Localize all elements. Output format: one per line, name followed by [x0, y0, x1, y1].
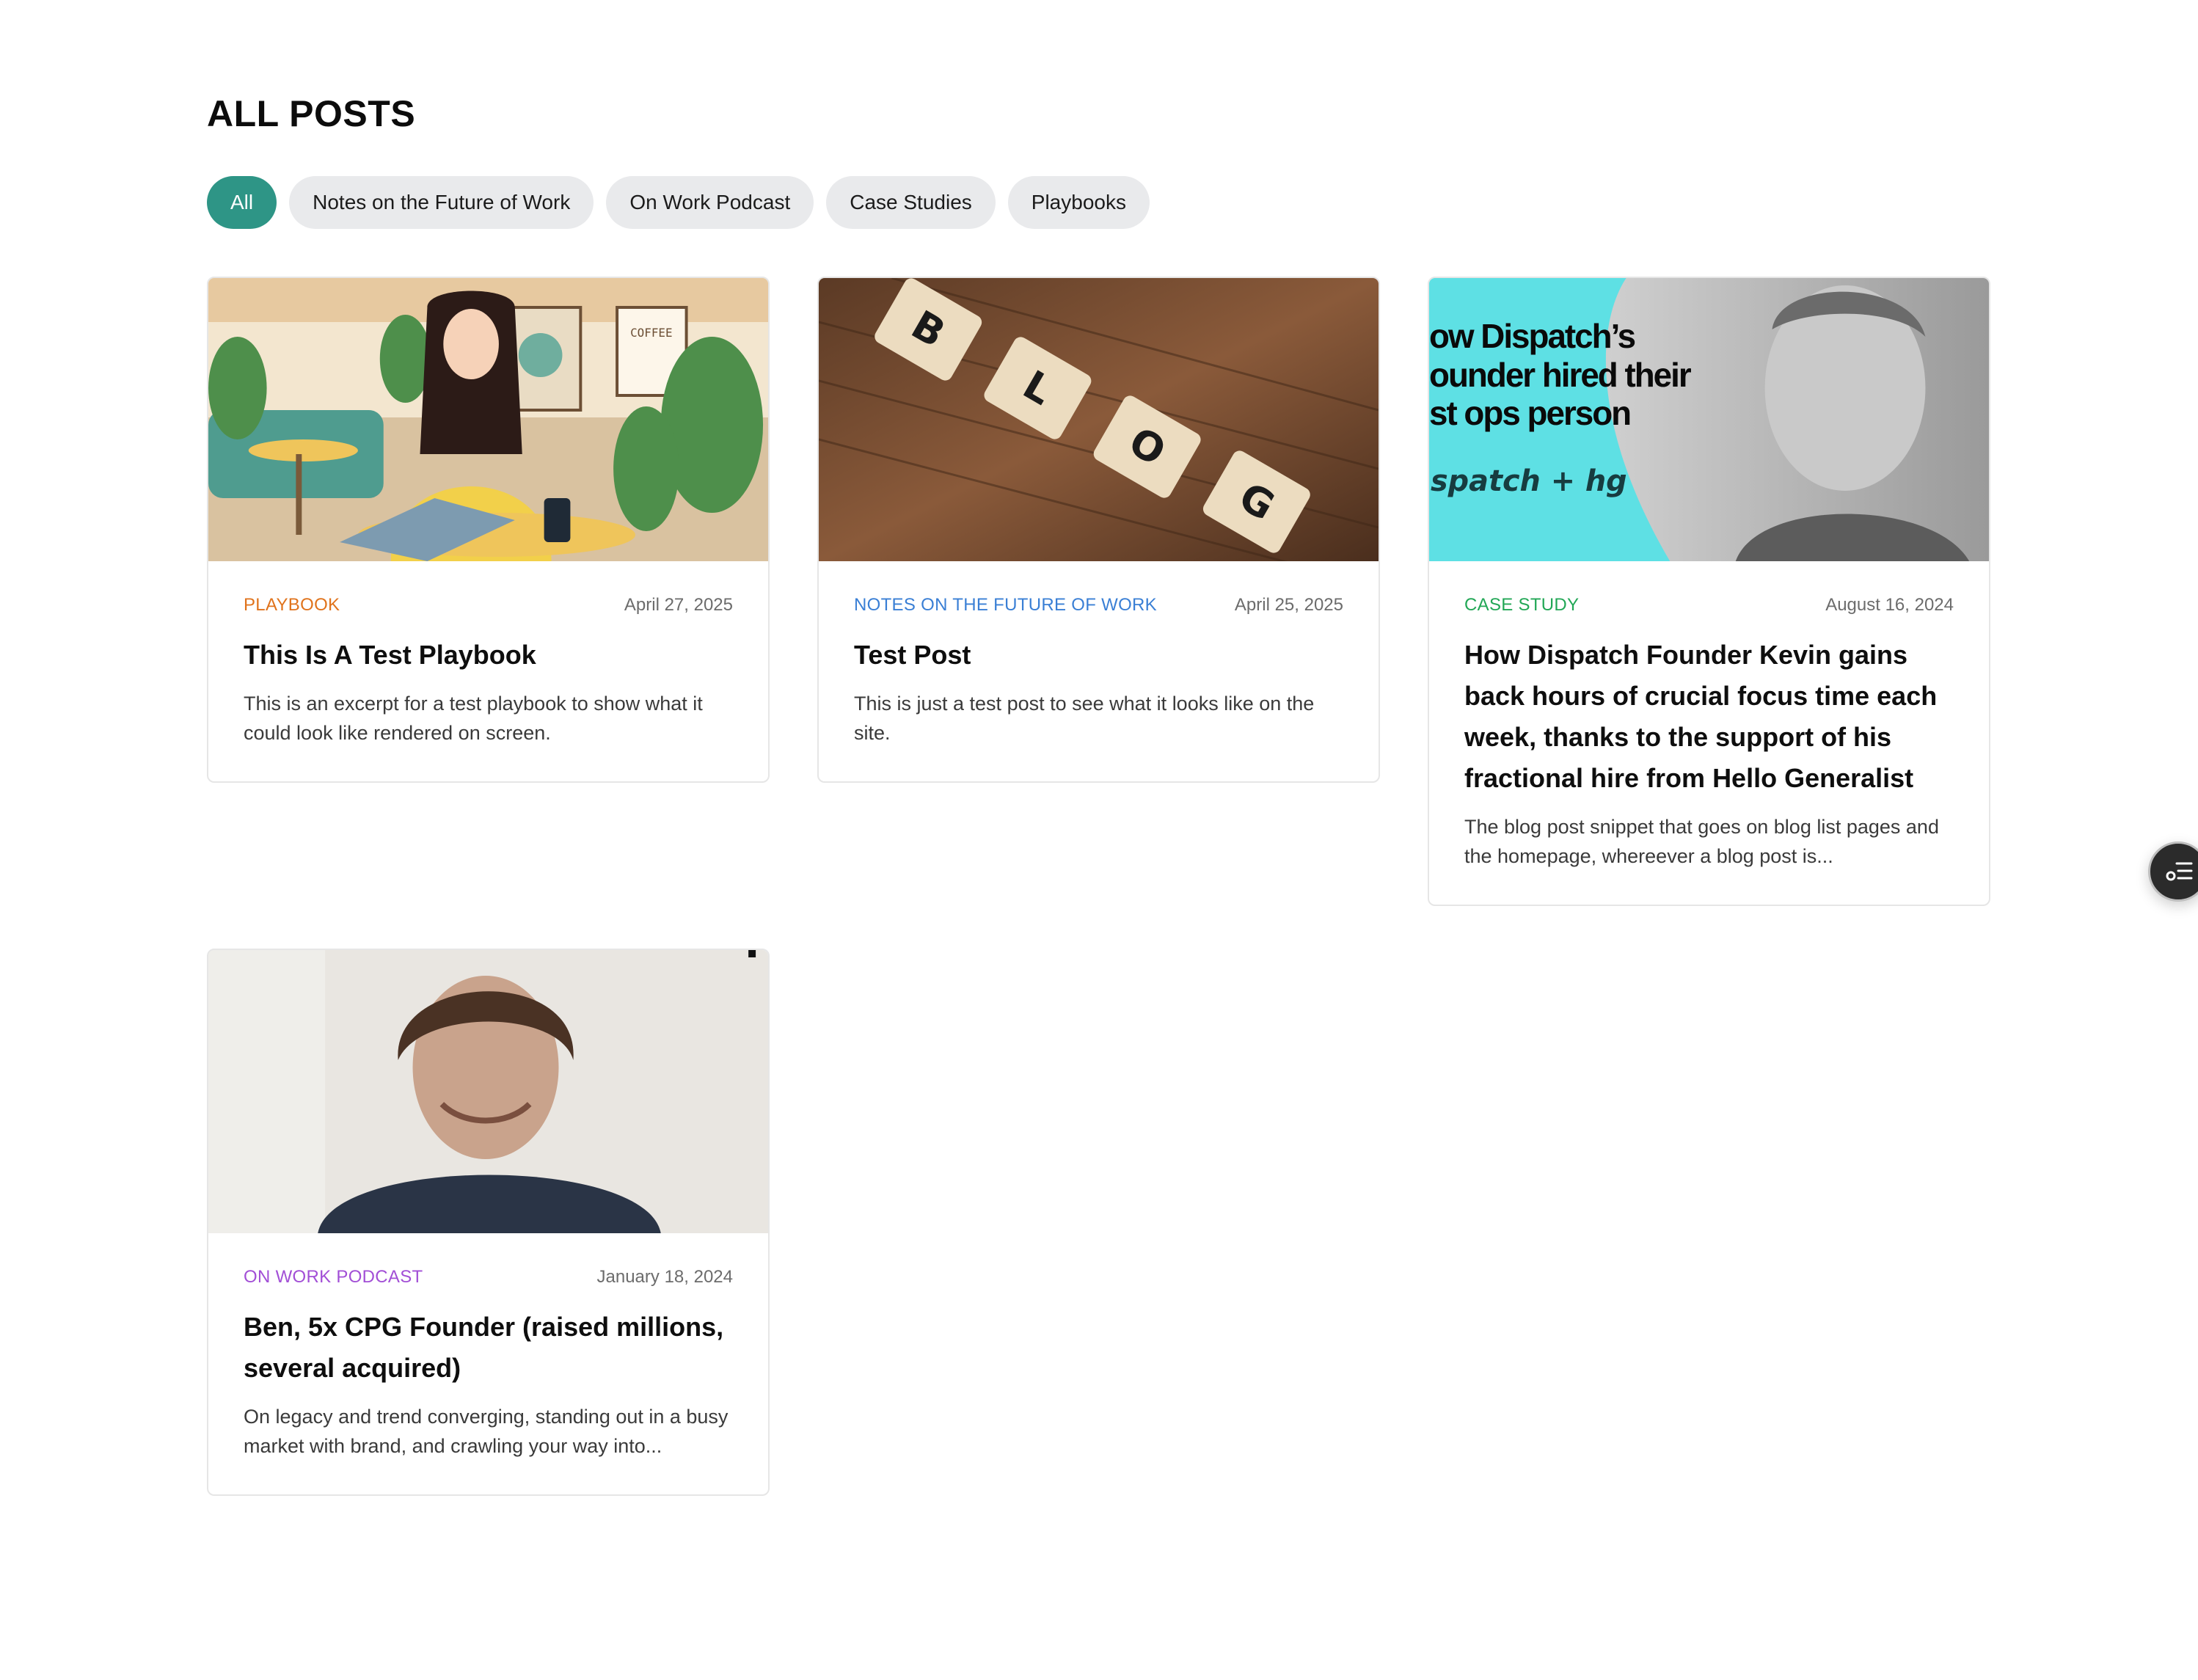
post-category: CASE STUDY	[1464, 595, 1580, 615]
settings-list-icon	[2166, 862, 2193, 881]
settings-fab-button[interactable]	[2148, 841, 2198, 902]
banner-line-3: st ops person	[1429, 394, 1630, 432]
illustration-woman-laptop-image: COFFEE	[208, 278, 768, 561]
post-card-podcast[interactable]: ON WORK PODCAST January 18, 2024 Ben, 5x…	[207, 949, 770, 1496]
post-thumbnail[interactable]	[208, 950, 768, 1233]
banner-logo: spatch + hg	[1431, 464, 1627, 498]
post-excerpt: The blog post snippet that goes on blog …	[1464, 816, 1939, 867]
post-excerpt: This is just a test post to see what it …	[854, 693, 1315, 744]
category-filter-bar: All Notes on the Future of Work On Work …	[207, 176, 1150, 229]
post-title[interactable]: This Is A Test Playbook	[244, 635, 733, 676]
post-excerpt: This is an excerpt for a test playbook t…	[244, 693, 703, 744]
post-thumbnail[interactable]: COFFEE	[208, 278, 768, 561]
post-title[interactable]: Ben, 5x CPG Founder (raised millions, se…	[244, 1307, 733, 1389]
post-card-playbook[interactable]: COFFEE PLAYBOOK April 27, 2025 This Is A…	[207, 277, 770, 783]
post-date: August 16, 2024	[1825, 595, 1954, 615]
post-date: January 18, 2024	[596, 1267, 733, 1287]
filter-notes-future-of-work[interactable]: Notes on the Future of Work	[289, 176, 594, 229]
banner-line-1: ow Dispatch’s	[1429, 317, 1635, 355]
post-category: NOTES ON THE FUTURE OF WORK	[854, 595, 1157, 615]
page-title: ALL POSTS	[207, 93, 416, 134]
page: ALL POSTS All Notes on the Future of Wor…	[0, 0, 2198, 1680]
banner-line-2: ounder hired their	[1429, 356, 1692, 394]
post-excerpt: On legacy and trend converging, standing…	[244, 1406, 729, 1457]
filter-playbooks[interactable]: Playbooks	[1007, 176, 1150, 229]
post-category: ON WORK PODCAST	[244, 1267, 423, 1287]
post-card-notes[interactable]: B L O G NOTES ON THE FUTURE OF WORK Apri…	[817, 277, 1380, 783]
filter-case-studies[interactable]: Case Studies	[826, 176, 996, 229]
post-date: April 25, 2025	[1234, 595, 1343, 615]
post-thumbnail[interactable]: B L O G	[819, 278, 1379, 561]
post-date: April 27, 2025	[624, 595, 733, 615]
filter-all[interactable]: All	[207, 176, 277, 229]
post-title[interactable]: Test Post	[854, 635, 1343, 676]
post-title[interactable]: How Dispatch Founder Kevin gains back ho…	[1464, 635, 1954, 799]
post-category: PLAYBOOK	[244, 595, 340, 615]
filter-on-work-podcast[interactable]: On Work Podcast	[606, 176, 814, 229]
coffee-shop-sign: COFFEE	[630, 326, 672, 340]
post-thumbnail[interactable]: ow Dispatch’s ounder hired their st ops …	[1429, 278, 1989, 561]
scrabble-blog-image: B L O G	[819, 278, 1379, 561]
dispatch-banner-image: ow Dispatch’s ounder hired their st ops …	[1429, 278, 1989, 561]
post-card-case-study[interactable]: ow Dispatch’s ounder hired their st ops …	[1428, 277, 1990, 906]
portrait-ben-image	[208, 950, 768, 1233]
